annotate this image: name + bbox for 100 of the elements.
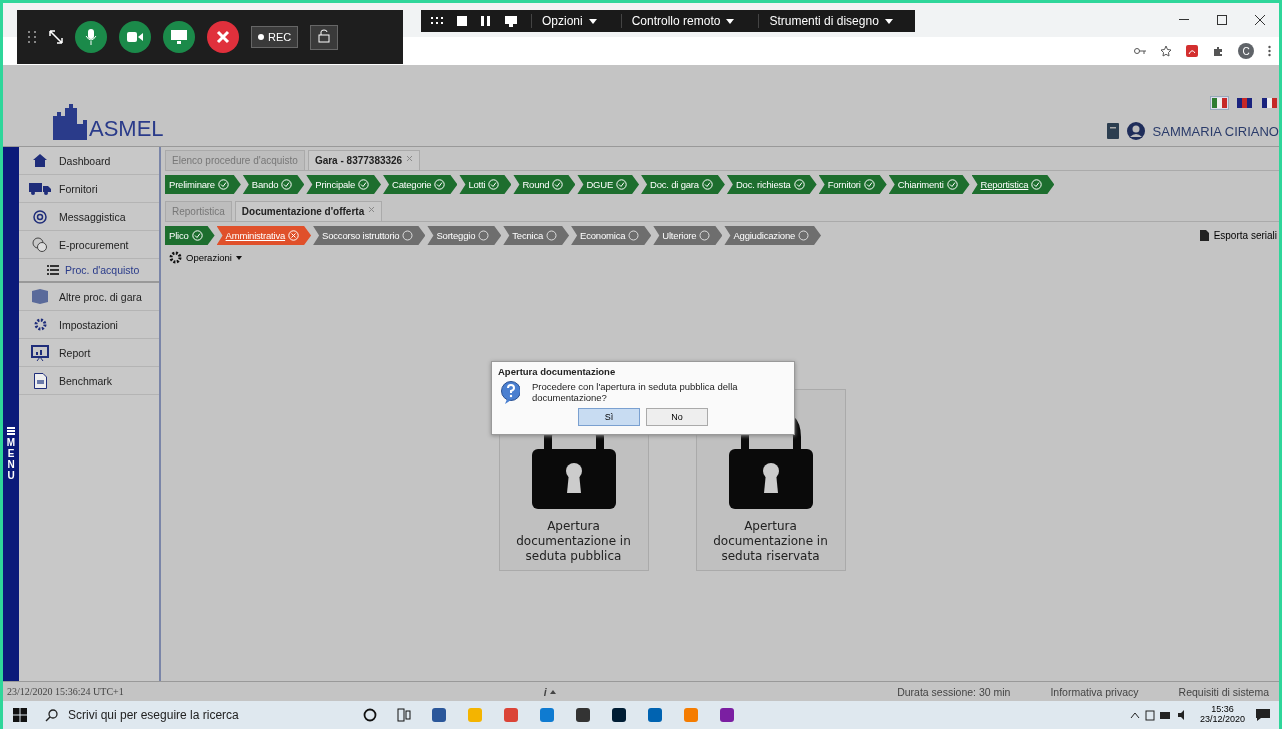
caret-icon <box>726 18 735 24</box>
empty-circle-icon <box>478 230 490 241</box>
pdf-icon[interactable] <box>1186 45 1198 57</box>
sidebar-item[interactable]: Fornitori <box>19 175 159 203</box>
puzzle-icon[interactable] <box>1212 45 1224 57</box>
minimize-icon[interactable] <box>1179 19 1189 21</box>
taskbar-search-field[interactable]: Scrivi qui per eseguire la ricerca <box>37 707 315 723</box>
menu-strip[interactable]: MENU <box>3 147 19 681</box>
toolbar-menu[interactable]: Controllo remoto <box>620 14 745 28</box>
sidebar-item[interactable]: Benchmark <box>19 367 159 395</box>
app-icon[interactable] <box>611 707 627 723</box>
step-chevron[interactable]: Tecnica <box>503 226 570 245</box>
end-call-button[interactable] <box>207 21 239 53</box>
key-icon[interactable] <box>1134 47 1146 55</box>
drag-handle-icon[interactable] <box>27 30 37 44</box>
app-icon[interactable] <box>575 707 591 723</box>
step-chevron[interactable]: Categorie <box>383 175 458 194</box>
task-view-icon[interactable] <box>397 708 411 722</box>
microphone-button[interactable] <box>75 21 107 53</box>
grid-icon[interactable] <box>431 17 443 25</box>
maximize-icon[interactable] <box>1217 15 1227 25</box>
export-button[interactable]: Esporta seriali <box>1193 229 1279 242</box>
check-circle-icon <box>217 179 229 190</box>
search-icon <box>45 708 58 722</box>
step-chevron[interactable]: Soccorso istruttorio <box>313 226 426 245</box>
sidebar-item[interactable]: Altre proc. di gara <box>19 283 159 311</box>
check-circle-icon <box>488 179 500 190</box>
star-icon[interactable] <box>1160 45 1172 57</box>
language-flag[interactable] <box>1235 96 1254 110</box>
step-chevron[interactable]: Aggiudicazione <box>724 226 822 245</box>
step-chevron[interactable]: Doc. richiesta <box>726 175 817 194</box>
app-icon[interactable] <box>719 707 735 723</box>
logo-text: ASMEL <box>89 118 164 140</box>
sidebar-item[interactable]: Report <box>19 339 159 367</box>
step-chevron[interactable]: Ulteriore <box>653 226 723 245</box>
unlock-button[interactable] <box>310 24 339 50</box>
clock-date: 23/12/2020 <box>1199 715 1245 725</box>
sidebar-item[interactable]: Messaggistica <box>19 203 159 231</box>
microphone-icon <box>85 29 97 45</box>
file-icon <box>1199 230 1209 241</box>
profile-avatar[interactable]: C <box>1238 43 1254 59</box>
menu-icon[interactable] <box>7 427 15 435</box>
step-chevron[interactable]: DGUE <box>577 175 640 194</box>
record-button[interactable]: REC <box>251 26 299 48</box>
cortana-icon[interactable] <box>363 708 377 722</box>
info-toggle[interactable]: i <box>543 685 556 698</box>
app-icon[interactable] <box>431 707 447 723</box>
house-icon <box>33 154 47 167</box>
monitor-icon[interactable] <box>505 15 517 27</box>
step-chevron[interactable]: Lotti <box>459 175 512 194</box>
resize-icon[interactable] <box>49 30 63 44</box>
check-circle-icon <box>1031 179 1043 190</box>
step-chevron[interactable]: Principale <box>306 175 382 194</box>
empty-circle-icon <box>798 230 810 241</box>
step-chevron[interactable]: Doc. di gara <box>641 175 725 194</box>
check-circle-icon <box>358 179 370 190</box>
sidebar-item[interactable]: Impostazioni <box>19 311 159 339</box>
check-circle-icon <box>552 179 564 190</box>
tab[interactable]: Gara - 8377383326 <box>307 150 421 170</box>
pause-icon[interactable] <box>481 16 491 26</box>
sidebar-subitem[interactable]: Proc. d'acquisto <box>19 259 159 283</box>
menu-label[interactable]: MENU <box>6 437 16 481</box>
monitor-icon <box>171 30 187 44</box>
dialog-button[interactable]: No <box>646 408 708 426</box>
check-circle-icon <box>701 179 713 190</box>
camera-button[interactable] <box>119 21 151 53</box>
step-chevron[interactable]: Bando <box>242 175 305 194</box>
step-chevron[interactable]: Round <box>513 175 576 194</box>
operations-menu[interactable]: Operazioni <box>169 251 242 264</box>
step-chevron[interactable]: Sorteggio <box>427 226 502 245</box>
toolbar-menu[interactable]: Opzioni <box>531 14 607 28</box>
requirements-link[interactable]: Requisiti di sistema <box>1178 685 1269 698</box>
close-icon <box>216 30 230 44</box>
tab[interactable]: Documentazione d'offerta <box>234 201 383 221</box>
privacy-link[interactable]: Informativa privacy <box>1050 685 1139 698</box>
toolbar-menu[interactable]: Strumenti di disegno <box>758 14 903 28</box>
language-flag[interactable] <box>1260 96 1279 110</box>
close-icon[interactable] <box>1255 15 1265 25</box>
step-chevron[interactable]: Plico <box>165 226 215 245</box>
truck-icon <box>29 182 51 195</box>
record-dot-icon <box>258 34 264 40</box>
check-circle-icon <box>863 179 875 190</box>
screen-share-button[interactable] <box>163 21 195 53</box>
windows-start-icon[interactable] <box>13 708 27 722</box>
sidebar-item[interactable]: Dashboard <box>19 147 159 175</box>
user-name[interactable]: SAMMARIA CIRIANO <box>1152 123 1279 139</box>
notebook-icon[interactable] <box>1106 123 1119 139</box>
notification-icon[interactable] <box>1255 708 1271 722</box>
more-icon[interactable] <box>1268 45 1271 57</box>
user-avatar-icon[interactable] <box>1126 122 1145 140</box>
empty-circle-icon <box>628 230 640 241</box>
step-chevron[interactable]: Reportistica <box>971 175 1055 194</box>
step-chevron[interactable]: Chiarimenti <box>888 175 970 194</box>
step-chevron[interactable]: Preliminare <box>165 175 241 194</box>
dialog-button[interactable]: Sì <box>578 408 640 426</box>
sidebar-item[interactable]: E-procurement <box>19 231 159 259</box>
step-chevron[interactable]: Amministrativa <box>216 226 312 245</box>
step-chevron[interactable]: Fornitori <box>818 175 887 194</box>
step-chevron[interactable]: Economica <box>571 226 652 245</box>
language-flag[interactable] <box>1210 96 1229 110</box>
